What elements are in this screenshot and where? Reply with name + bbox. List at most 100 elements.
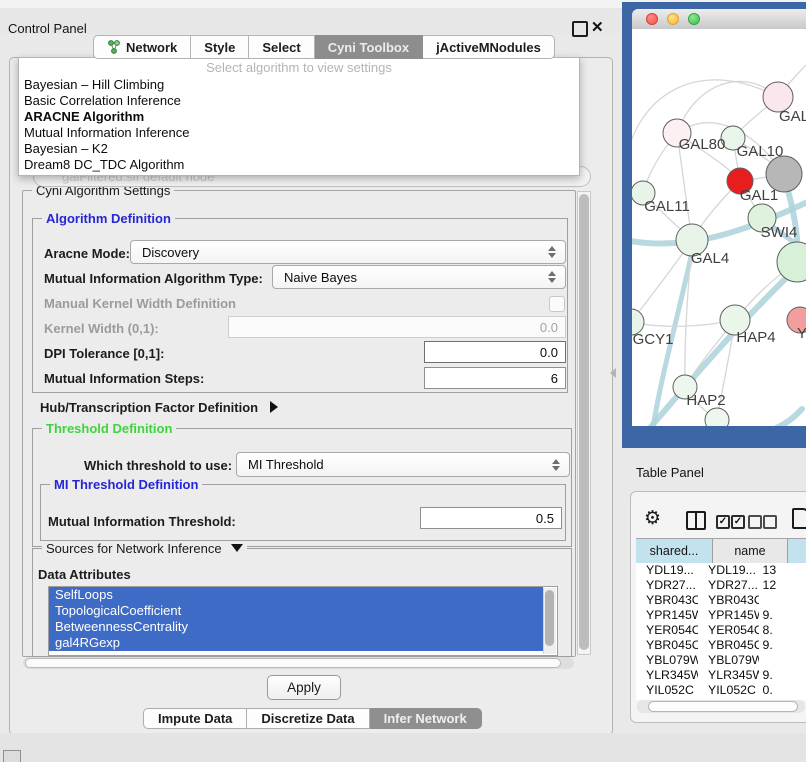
select-all-columns-icon[interactable]: ✓ bbox=[716, 515, 730, 529]
attribute-item-topologicalcoefficient[interactable]: TopologicalCoefficient bbox=[49, 603, 543, 619]
cell[interactable]: YBR045C bbox=[636, 638, 698, 653]
tab-network[interactable]: Network bbox=[93, 35, 191, 59]
tab-cyni-toolbox[interactable]: Cyni Toolbox bbox=[315, 35, 423, 59]
column-header-name[interactable]: name bbox=[713, 539, 788, 563]
split-columns-icon[interactable] bbox=[686, 511, 706, 530]
cyni-bottom-tabs: Impute DataDiscretize DataInfer Network bbox=[143, 708, 482, 729]
cell[interactable]: YBR043C bbox=[636, 593, 698, 608]
attribute-item-betweennesscentrality[interactable]: BetweennessCentrality bbox=[49, 619, 543, 635]
spinner-icon bbox=[552, 459, 560, 471]
cell[interactable]: YER054C bbox=[636, 623, 698, 638]
cell[interactable]: YDL19... bbox=[698, 563, 758, 578]
table-row[interactable]: YER054CYER054C8. bbox=[636, 623, 806, 638]
network-node-label: GAL bbox=[779, 108, 806, 125]
table-row[interactable]: YBR045CYBR045C9. bbox=[636, 638, 806, 653]
settings-vertical-scrollbar-thumb[interactable] bbox=[579, 194, 589, 650]
which-threshold-select[interactable]: MI Threshold bbox=[236, 452, 570, 477]
list-scrollbar-thumb[interactable] bbox=[545, 590, 554, 646]
column-header-shared[interactable]: shared... bbox=[636, 539, 713, 563]
cell[interactable]: YER054C bbox=[698, 623, 758, 638]
algorithm-option-mutual-information-inference[interactable]: Mutual Information Inference bbox=[19, 125, 579, 141]
window-minimize-icon[interactable] bbox=[667, 13, 679, 25]
select-all-columns-icon[interactable]: ✓ bbox=[731, 515, 745, 529]
close-icon[interactable]: ✕ bbox=[591, 18, 604, 36]
dpi-tolerance-label: DPI Tolerance [0,1]: bbox=[44, 346, 164, 361]
algorithm-option-bayesian-hill-climbing[interactable]: Bayesian – Hill Climbing bbox=[19, 77, 579, 93]
cell[interactable]: YIL052C bbox=[636, 683, 698, 698]
cell[interactable]: YBL079W bbox=[636, 653, 698, 668]
threshold-definition-label: Threshold Definition bbox=[42, 421, 176, 436]
attribute-item-selfloops[interactable]: SelfLoops bbox=[49, 587, 543, 603]
settings-horizontal-scrollbar-thumb[interactable] bbox=[25, 658, 561, 668]
cell[interactable]: 8. bbox=[759, 623, 806, 638]
cell[interactable] bbox=[759, 653, 806, 668]
aracne-mode-select[interactable]: Discovery bbox=[130, 240, 566, 264]
float-window-icon[interactable] bbox=[572, 21, 588, 37]
mi-type-select[interactable]: Naive Bayes bbox=[272, 265, 566, 289]
mi-threshold-definition-label: MI Threshold Definition bbox=[50, 477, 202, 492]
tab-select[interactable]: Select bbox=[249, 35, 314, 59]
cell[interactable]: 9. bbox=[759, 668, 806, 683]
algorithm-option-basic-correlation-inference[interactable]: Basic Correlation Inference bbox=[19, 93, 579, 109]
hub-definition-expander[interactable]: Hub/Transcription Factor Definition bbox=[40, 400, 278, 415]
network-node[interactable] bbox=[705, 408, 729, 426]
tab-discretize-data[interactable]: Discretize Data bbox=[247, 708, 369, 729]
cell[interactable]: YLR345W bbox=[698, 668, 758, 683]
column-header-2[interactable] bbox=[788, 539, 806, 563]
dpi-tolerance-field[interactable]: 0.0 bbox=[424, 341, 566, 363]
window-close-icon[interactable] bbox=[646, 13, 658, 25]
deselect-all-columns-icon[interactable] bbox=[763, 515, 777, 529]
cell[interactable]: YPR145W bbox=[636, 608, 698, 623]
cell[interactable]: 12 bbox=[759, 578, 806, 593]
deselect-all-columns-icon[interactable] bbox=[748, 515, 762, 529]
cell[interactable]: 9. bbox=[759, 638, 806, 653]
window-zoom-icon[interactable] bbox=[688, 13, 700, 25]
cell[interactable]: YBL079W bbox=[698, 653, 758, 668]
panel-splitter-handle[interactable] bbox=[610, 368, 616, 378]
minimized-panel-icon[interactable] bbox=[3, 750, 21, 762]
attribute-item-gal4rgexp[interactable]: gal4RGexp bbox=[49, 635, 543, 651]
cell[interactable]: YDR27... bbox=[698, 578, 758, 593]
cell[interactable] bbox=[759, 593, 806, 608]
tab-infer-network[interactable]: Infer Network bbox=[370, 708, 482, 729]
cell[interactable]: YDL19... bbox=[636, 563, 698, 578]
algorithm-option-aracne-algorithm[interactable]: ARACNE Algorithm bbox=[19, 109, 579, 125]
mi-threshold-field[interactable]: 0.5 bbox=[420, 507, 562, 529]
data-attributes-list[interactable]: SelfLoopsTopologicalCoefficientBetweenne… bbox=[48, 586, 558, 656]
table-row[interactable]: YDL19...YDL19...13 bbox=[636, 563, 806, 578]
table-row[interactable]: YIL052CYIL052C0. bbox=[636, 683, 806, 698]
sources-expander[interactable]: Sources for Network Inference bbox=[42, 541, 247, 556]
table-row[interactable]: YLR345WYLR345W9. bbox=[636, 668, 806, 683]
cell[interactable]: 9. bbox=[759, 608, 806, 623]
manual-kernel-checkbox[interactable] bbox=[549, 296, 565, 312]
network-node[interactable] bbox=[777, 242, 806, 282]
network-window-titlebar[interactable] bbox=[632, 9, 806, 30]
cell[interactable]: YPR145W bbox=[698, 608, 758, 623]
algorithm-option-bayesian-k2[interactable]: Bayesian – K2 bbox=[19, 141, 579, 157]
table-row[interactable]: YPR145WYPR145W9. bbox=[636, 608, 806, 623]
tab-jactivemnodules[interactable]: jActiveMNodules bbox=[423, 35, 555, 59]
gear-icon[interactable]: ⚙ bbox=[644, 507, 661, 529]
cell[interactable]: YDR27... bbox=[636, 578, 698, 593]
cell[interactable]: YBR045C bbox=[698, 638, 758, 653]
algorithm-option-dream8-dc-tdc-algorithm[interactable]: Dream8 DC_TDC Algorithm bbox=[19, 157, 579, 173]
network-node-label: Y bbox=[797, 325, 806, 342]
cell[interactable]: YBR043C bbox=[698, 593, 758, 608]
tab-label: Cyni Toolbox bbox=[328, 40, 409, 55]
cell[interactable]: 13 bbox=[759, 563, 806, 578]
network-canvas[interactable]: GALGAL80GAL10GAL1GAL11SWI4GAL4GCY1HAP4YH… bbox=[632, 29, 806, 426]
form-view-icon[interactable] bbox=[792, 508, 806, 529]
cell[interactable]: YIL052C bbox=[698, 683, 758, 698]
table-row[interactable]: YDR27...YDR27...12 bbox=[636, 578, 806, 593]
kernel-width-field[interactable]: 0.0 bbox=[228, 316, 566, 338]
apply-button[interactable]: Apply bbox=[267, 675, 341, 700]
cell[interactable]: 0. bbox=[759, 683, 806, 698]
table-row[interactable]: YBL079WYBL079W bbox=[636, 653, 806, 668]
cell[interactable]: YLR345W bbox=[636, 668, 698, 683]
mi-type-label: Mutual Information Algorithm Type: bbox=[44, 271, 263, 286]
tab-impute-data[interactable]: Impute Data bbox=[143, 708, 247, 729]
table-horizontal-scrollbar-thumb[interactable] bbox=[648, 701, 798, 712]
table-row[interactable]: YBR043CYBR043C bbox=[636, 593, 806, 608]
mi-steps-field[interactable]: 6 bbox=[424, 367, 566, 389]
tab-style[interactable]: Style bbox=[191, 35, 249, 59]
